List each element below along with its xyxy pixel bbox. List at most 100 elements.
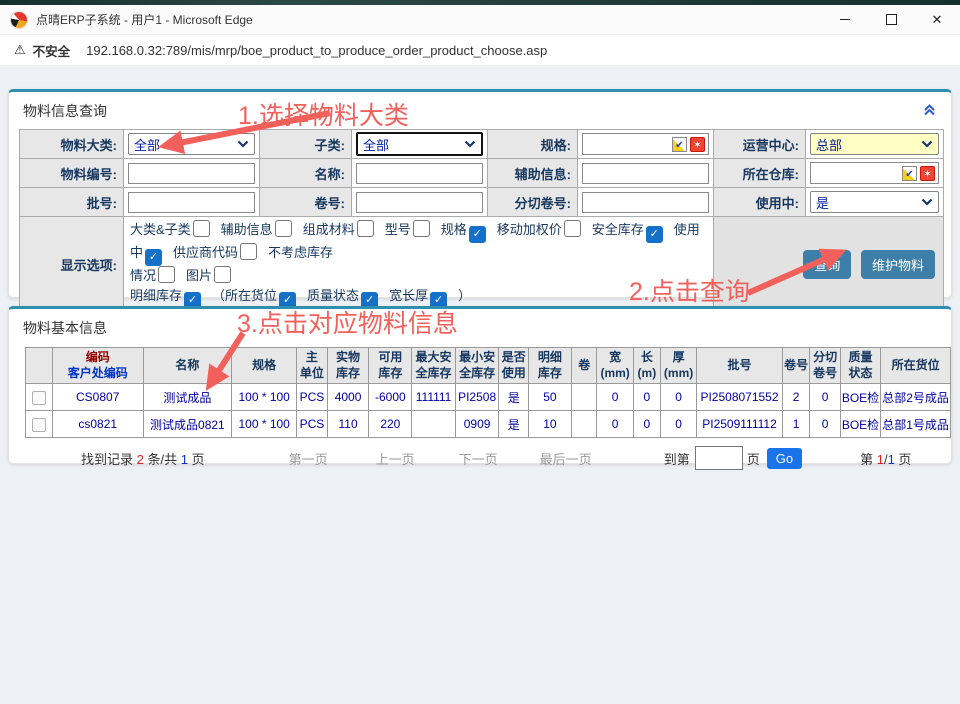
clear-icon[interactable]: ✶ xyxy=(920,166,935,181)
cell[interactable]: 是 xyxy=(499,411,528,438)
cell[interactable]: 110 xyxy=(327,411,369,438)
cell[interactable]: 4000 xyxy=(327,384,369,411)
pager-first[interactable]: 第一页 xyxy=(289,449,328,468)
cell[interactable]: 1 xyxy=(782,411,810,438)
row-checkbox[interactable] xyxy=(32,391,46,405)
pagination-bar: 找到记录 2 条/共 1 页 第一页 上一页 下一页 最后一页 到第 页 Go … xyxy=(25,446,946,470)
chevron-down-icon xyxy=(921,140,933,148)
double-chevron-up-icon[interactable] xyxy=(922,102,937,120)
close-button[interactable]: ✕ xyxy=(914,5,960,34)
cell[interactable] xyxy=(571,384,597,411)
cell[interactable]: 2 xyxy=(782,384,810,411)
clear-icon[interactable]: ✶ xyxy=(690,137,705,152)
batch-no-input[interactable] xyxy=(128,192,255,213)
display-option-checkbox[interactable] xyxy=(240,243,257,260)
pager-next[interactable]: 下一页 xyxy=(459,449,498,468)
warehouse-input[interactable] xyxy=(814,165,899,182)
material-name-input[interactable] xyxy=(356,163,483,184)
form-actions-cell: 查询 维护物料 xyxy=(714,217,944,313)
page-indicator: 第 1/1 页 xyxy=(860,449,911,468)
table-row[interactable]: CS0807测试成品100 * 100PCS4000-6000111111PI2… xyxy=(26,384,951,411)
column-header: 最大安全库存 xyxy=(412,348,455,384)
url-text[interactable]: 192.168.0.32:789/mis/mrp/boe_product_to_… xyxy=(86,43,547,58)
cell[interactable]: 0 xyxy=(810,411,840,438)
pager-last[interactable]: 最后一页 xyxy=(540,449,592,468)
chevron-down-icon xyxy=(921,198,933,206)
picker-icon[interactable]: ✔ xyxy=(902,166,917,181)
column-header xyxy=(26,348,53,384)
batch-no-label: 批号: xyxy=(20,188,124,217)
in-use-cell: 是 xyxy=(806,188,944,217)
cell[interactable]: 0 xyxy=(633,411,660,438)
sub-class-cell: 全部 xyxy=(352,130,488,159)
cell[interactable]: PI2508071552 xyxy=(697,384,783,411)
query-button[interactable]: 查询 xyxy=(803,250,851,279)
cell[interactable]: cs0821 xyxy=(52,411,143,438)
go-button[interactable]: Go xyxy=(767,448,802,469)
display-option-checkbox[interactable] xyxy=(413,220,430,237)
display-option-checkbox[interactable] xyxy=(357,220,374,237)
display-option-checkbox[interactable] xyxy=(564,220,581,237)
sub-class-label: 子类: xyxy=(260,130,352,159)
display-option-text: 不考虑库存 xyxy=(268,245,333,260)
goto-page-input[interactable] xyxy=(695,446,743,470)
cell[interactable]: 0 xyxy=(597,411,633,438)
cell[interactable]: 220 xyxy=(369,411,412,438)
cell[interactable]: 100 * 100 xyxy=(232,411,297,438)
material-code-input[interactable] xyxy=(128,163,255,184)
display-option-checkbox[interactable]: ✓ xyxy=(646,226,663,243)
minimize-button[interactable] xyxy=(822,5,868,34)
maximize-button[interactable] xyxy=(868,5,914,34)
spec-input[interactable] xyxy=(586,136,669,153)
cell[interactable]: 是 xyxy=(499,384,528,411)
cell[interactable]: 0 xyxy=(597,384,633,411)
display-option-checkbox[interactable] xyxy=(275,220,292,237)
address-bar[interactable]: ⚠ 不安全 192.168.0.32:789/mis/mrp/boe_produ… xyxy=(0,34,960,66)
page-content: 物料信息查询 物料大类:全部子类:全部规格:✔✶运营中心:总部物料编号:名称:辅… xyxy=(0,65,960,704)
maintain-material-button[interactable]: 维护物料 xyxy=(861,250,935,279)
pager-prev[interactable]: 上一页 xyxy=(376,449,415,468)
cell[interactable]: 10 xyxy=(528,411,571,438)
cell[interactable]: BOE检 xyxy=(840,411,880,438)
sub-class-select[interactable]: 全部 xyxy=(356,132,483,156)
operation-center-select[interactable]: 总部 xyxy=(810,133,939,155)
row-checkbox[interactable] xyxy=(32,418,46,432)
cell[interactable]: BOE检 xyxy=(840,384,880,411)
cell[interactable]: PI2509111112 xyxy=(697,411,783,438)
slit-roll-no-input[interactable] xyxy=(582,192,709,213)
cell[interactable]: 0909 xyxy=(455,411,499,438)
cell[interactable]: 0 xyxy=(810,384,840,411)
cell[interactable]: 测试成品 xyxy=(143,384,232,411)
display-option-checkbox[interactable] xyxy=(158,266,175,283)
cell[interactable]: 111111 xyxy=(412,384,455,411)
material-major-class-select[interactable]: 全部 xyxy=(128,133,255,155)
column-header: 编码客户处编码 xyxy=(52,348,143,384)
row-select-cell xyxy=(26,384,53,411)
column-header: 可用库存 xyxy=(369,348,412,384)
display-option-checkbox[interactable]: ✓ xyxy=(469,226,486,243)
cell[interactable] xyxy=(571,411,597,438)
cell[interactable]: 100 * 100 xyxy=(232,384,297,411)
cell[interactable]: -6000 xyxy=(369,384,412,411)
cell[interactable]: 总部2号成品 xyxy=(881,384,951,411)
display-option-checkbox[interactable] xyxy=(193,220,210,237)
display-option-checkbox[interactable] xyxy=(214,266,231,283)
cell[interactable]: 总部1号成品 xyxy=(881,411,951,438)
cell[interactable]: PCS xyxy=(297,384,328,411)
table-row[interactable]: cs0821测试成品0821100 * 100PCS1102200909是100… xyxy=(26,411,951,438)
cell[interactable]: PCS xyxy=(297,411,328,438)
picker-icon[interactable]: ✔ xyxy=(672,137,687,152)
cell[interactable]: CS0807 xyxy=(52,384,143,411)
in-use-select[interactable]: 是 xyxy=(810,191,939,213)
cell[interactable]: 0 xyxy=(660,384,696,411)
cell[interactable]: 50 xyxy=(528,384,571,411)
display-option-label: 辅助信息 xyxy=(221,222,273,237)
display-option-checkbox[interactable]: ✓ xyxy=(145,249,162,266)
aux-info-input[interactable] xyxy=(582,163,709,184)
cell[interactable] xyxy=(412,411,455,438)
roll-no-input[interactable] xyxy=(356,192,483,213)
cell[interactable]: 测试成品0821 xyxy=(143,411,232,438)
cell[interactable]: 0 xyxy=(633,384,660,411)
cell[interactable]: PI2508 xyxy=(455,384,499,411)
cell[interactable]: 0 xyxy=(660,411,696,438)
